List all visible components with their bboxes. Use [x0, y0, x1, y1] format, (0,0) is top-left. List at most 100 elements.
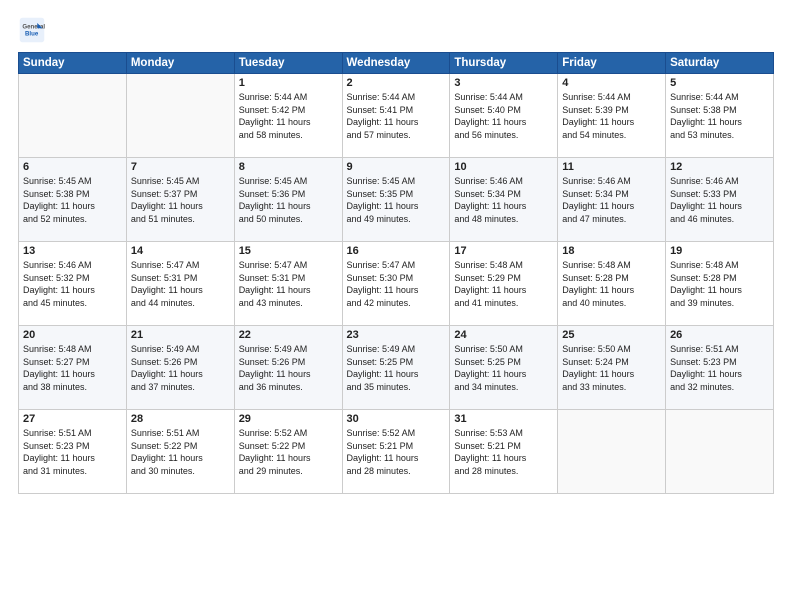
calendar-cell: 24 Sunrise: 5:50 AM Sunset: 5:25 PM Dayli…: [450, 326, 558, 410]
day-info: Sunrise: 5:47 AM Sunset: 5:30 PM Dayligh…: [347, 259, 446, 309]
day-info: Sunrise: 5:49 AM Sunset: 5:26 PM Dayligh…: [239, 343, 338, 393]
day-info: Sunrise: 5:45 AM Sunset: 5:35 PM Dayligh…: [347, 175, 446, 225]
calendar-cell: 28 Sunrise: 5:51 AM Sunset: 5:22 PM Dayli…: [126, 410, 234, 494]
weekday-header-monday: Monday: [126, 53, 234, 74]
calendar-cell: 30 Sunrise: 5:52 AM Sunset: 5:21 PM Dayli…: [342, 410, 450, 494]
day-info: Sunrise: 5:44 AM Sunset: 5:39 PM Dayligh…: [562, 91, 661, 141]
calendar-cell: 6 Sunrise: 5:45 AM Sunset: 5:38 PM Daylig…: [19, 158, 127, 242]
day-info: Sunrise: 5:45 AM Sunset: 5:36 PM Dayligh…: [239, 175, 338, 225]
calendar-cell: 1 Sunrise: 5:44 AM Sunset: 5:42 PM Daylig…: [234, 74, 342, 158]
day-info: Sunrise: 5:48 AM Sunset: 5:28 PM Dayligh…: [670, 259, 769, 309]
day-number: 27: [23, 413, 122, 425]
calendar-week-1: 1 Sunrise: 5:44 AM Sunset: 5:42 PM Daylig…: [19, 74, 774, 158]
calendar-cell: 17 Sunrise: 5:48 AM Sunset: 5:29 PM Dayli…: [450, 242, 558, 326]
calendar-cell: 14Sunrise: 5:47 AM Sunset: 5:31 PM Dayli…: [126, 242, 234, 326]
day-number: 26: [670, 329, 769, 341]
day-info: Sunrise: 5:46 AM Sunset: 5:33 PM Dayligh…: [670, 175, 769, 225]
day-number: 17: [454, 245, 553, 257]
day-info: Sunrise: 5:46 AM Sunset: 5:34 PM Dayligh…: [562, 175, 661, 225]
day-number: 1: [239, 77, 338, 89]
day-number: 7: [131, 161, 230, 173]
calendar-cell: 8 Sunrise: 5:45 AM Sunset: 5:36 PM Daylig…: [234, 158, 342, 242]
day-number: 4: [562, 77, 661, 89]
calendar-cell: [558, 410, 666, 494]
calendar-cell: 10Sunrise: 5:46 AM Sunset: 5:34 PM Dayli…: [450, 158, 558, 242]
day-number: 20: [23, 329, 122, 341]
svg-text:Blue: Blue: [25, 30, 39, 37]
day-number: 12: [670, 161, 769, 173]
day-number: 13: [23, 245, 122, 257]
day-number: 5: [670, 77, 769, 89]
day-info: Sunrise: 5:45 AM Sunset: 5:37 PM Dayligh…: [131, 175, 230, 225]
day-info: Sunrise: 5:49 AM Sunset: 5:26 PM Dayligh…: [131, 343, 230, 393]
calendar-cell: 2Sunrise: 5:44 AM Sunset: 5:41 PM Daylig…: [342, 74, 450, 158]
calendar-week-3: 13 Sunrise: 5:46 AM Sunset: 5:32 PM Dayli…: [19, 242, 774, 326]
day-info: Sunrise: 5:46 AM Sunset: 5:32 PM Dayligh…: [23, 259, 122, 309]
day-info: Sunrise: 5:44 AM Sunset: 5:41 PM Dayligh…: [347, 91, 446, 141]
calendar-cell: 26Sunrise: 5:51 AM Sunset: 5:23 PM Dayli…: [666, 326, 774, 410]
weekday-header-wednesday: Wednesday: [342, 53, 450, 74]
calendar-week-4: 20Sunrise: 5:48 AM Sunset: 5:27 PM Dayli…: [19, 326, 774, 410]
calendar-cell: 29Sunrise: 5:52 AM Sunset: 5:22 PM Dayli…: [234, 410, 342, 494]
calendar-cell: 31 Sunrise: 5:53 AM Sunset: 5:21 PM Dayli…: [450, 410, 558, 494]
day-number: 22: [239, 329, 338, 341]
day-number: 28: [131, 413, 230, 425]
calendar-cell: 22 Sunrise: 5:49 AM Sunset: 5:26 PM Dayli…: [234, 326, 342, 410]
day-info: Sunrise: 5:51 AM Sunset: 5:23 PM Dayligh…: [23, 427, 122, 477]
calendar-cell: 7 Sunrise: 5:45 AM Sunset: 5:37 PM Daylig…: [126, 158, 234, 242]
day-number: 30: [347, 413, 446, 425]
calendar-week-2: 6 Sunrise: 5:45 AM Sunset: 5:38 PM Daylig…: [19, 158, 774, 242]
day-number: 6: [23, 161, 122, 173]
day-info: Sunrise: 5:48 AM Sunset: 5:28 PM Dayligh…: [562, 259, 661, 309]
day-info: Sunrise: 5:50 AM Sunset: 5:24 PM Dayligh…: [562, 343, 661, 393]
calendar-cell: [126, 74, 234, 158]
day-info: Sunrise: 5:44 AM Sunset: 5:40 PM Dayligh…: [454, 91, 553, 141]
svg-text:General: General: [22, 23, 45, 30]
calendar-cell: 19Sunrise: 5:48 AM Sunset: 5:28 PM Dayli…: [666, 242, 774, 326]
calendar-cell: 27 Sunrise: 5:51 AM Sunset: 5:23 PM Dayli…: [19, 410, 127, 494]
day-number: 31: [454, 413, 553, 425]
weekday-header-sunday: Sunday: [19, 53, 127, 74]
calendar-cell: 23Sunrise: 5:49 AM Sunset: 5:25 PM Dayli…: [342, 326, 450, 410]
day-number: 10: [454, 161, 553, 173]
calendar-cell: 21 Sunrise: 5:49 AM Sunset: 5:26 PM Dayli…: [126, 326, 234, 410]
day-number: 8: [239, 161, 338, 173]
day-number: 3: [454, 77, 553, 89]
day-info: Sunrise: 5:50 AM Sunset: 5:25 PM Dayligh…: [454, 343, 553, 393]
calendar-cell: 4 Sunrise: 5:44 AM Sunset: 5:39 PM Daylig…: [558, 74, 666, 158]
calendar-cell: 13 Sunrise: 5:46 AM Sunset: 5:32 PM Dayli…: [19, 242, 127, 326]
calendar-week-5: 27 Sunrise: 5:51 AM Sunset: 5:23 PM Dayli…: [19, 410, 774, 494]
day-number: 24: [454, 329, 553, 341]
day-info: Sunrise: 5:45 AM Sunset: 5:38 PM Dayligh…: [23, 175, 122, 225]
calendar-cell: 5 Sunrise: 5:44 AM Sunset: 5:38 PM Daylig…: [666, 74, 774, 158]
logo-icon: General Blue: [18, 16, 46, 44]
day-info: Sunrise: 5:53 AM Sunset: 5:21 PM Dayligh…: [454, 427, 553, 477]
logo: General Blue: [18, 16, 50, 44]
day-info: Sunrise: 5:44 AM Sunset: 5:38 PM Dayligh…: [670, 91, 769, 141]
day-info: Sunrise: 5:52 AM Sunset: 5:21 PM Dayligh…: [347, 427, 446, 477]
day-info: Sunrise: 5:44 AM Sunset: 5:42 PM Dayligh…: [239, 91, 338, 141]
day-number: 29: [239, 413, 338, 425]
day-number: 21: [131, 329, 230, 341]
weekday-header-tuesday: Tuesday: [234, 53, 342, 74]
calendar-header-row: SundayMondayTuesdayWednesdayThursdayFrid…: [19, 53, 774, 74]
calendar-cell: 15 Sunrise: 5:47 AM Sunset: 5:31 PM Dayli…: [234, 242, 342, 326]
day-info: Sunrise: 5:48 AM Sunset: 5:29 PM Dayligh…: [454, 259, 553, 309]
day-number: 16: [347, 245, 446, 257]
day-info: Sunrise: 5:51 AM Sunset: 5:22 PM Dayligh…: [131, 427, 230, 477]
calendar-cell: 18 Sunrise: 5:48 AM Sunset: 5:28 PM Dayli…: [558, 242, 666, 326]
calendar-cell: 20Sunrise: 5:48 AM Sunset: 5:27 PM Dayli…: [19, 326, 127, 410]
calendar-cell: 25Sunrise: 5:50 AM Sunset: 5:24 PM Dayli…: [558, 326, 666, 410]
weekday-header-saturday: Saturday: [666, 53, 774, 74]
day-number: 18: [562, 245, 661, 257]
calendar-cell: [666, 410, 774, 494]
calendar-cell: 9 Sunrise: 5:45 AM Sunset: 5:35 PM Daylig…: [342, 158, 450, 242]
day-info: Sunrise: 5:47 AM Sunset: 5:31 PM Dayligh…: [131, 259, 230, 309]
day-number: 15: [239, 245, 338, 257]
calendar-cell: [19, 74, 127, 158]
calendar-cell: 16 Sunrise: 5:47 AM Sunset: 5:30 PM Dayli…: [342, 242, 450, 326]
day-info: Sunrise: 5:47 AM Sunset: 5:31 PM Dayligh…: [239, 259, 338, 309]
calendar-cell: 3 Sunrise: 5:44 AM Sunset: 5:40 PM Daylig…: [450, 74, 558, 158]
calendar-cell: 11Sunrise: 5:46 AM Sunset: 5:34 PM Dayli…: [558, 158, 666, 242]
day-number: 9: [347, 161, 446, 173]
